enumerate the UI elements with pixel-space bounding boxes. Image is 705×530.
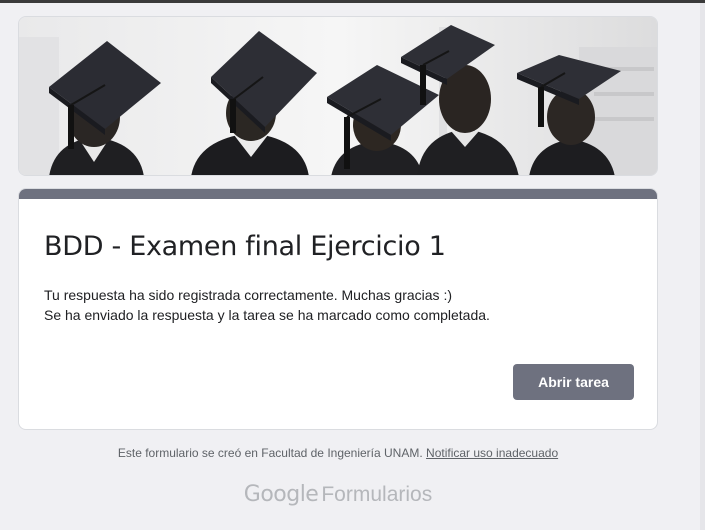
confirmation-line-2: Se ha enviado la respuesta y la tarea se… [44, 307, 490, 323]
open-task-button[interactable]: Abrir tarea [513, 364, 634, 400]
card-accent-bar [19, 189, 657, 199]
footer-created-text: Este formulario se creó en Facultad de I… [117, 446, 423, 460]
browser-top-strip [0, 0, 705, 3]
form-header-image [18, 16, 658, 176]
brand-product-text: Formularios [321, 483, 433, 506]
footer-note: Este formulario se creó en Facultad de I… [0, 446, 676, 460]
confirmation-line-1: Tu respuesta ha sido registrada correcta… [44, 287, 453, 303]
google-forms-logo[interactable]: Google Formularios [0, 481, 676, 507]
page-scrollbar-track [700, 3, 705, 530]
confirmation-card: BDD - Examen final Ejercicio 1 Tu respue… [18, 188, 658, 430]
confirmation-message: Tu respuesta ha sido registrada correcta… [44, 285, 490, 325]
form-title: BDD - Examen final Ejercicio 1 [44, 231, 446, 262]
report-abuse-link[interactable]: Notificar uso inadecuado [426, 446, 558, 460]
brand-google-text: Google [243, 482, 319, 507]
